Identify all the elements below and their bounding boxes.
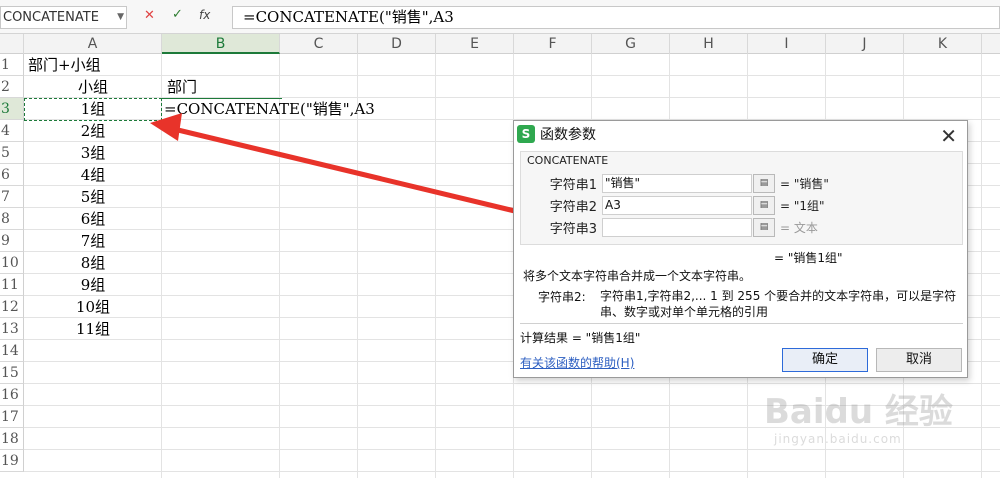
cell-a8[interactable]: 6组 [24, 208, 162, 230]
cell-a11[interactable]: 9组 [24, 274, 162, 296]
row-header-7[interactable]: 7 [0, 186, 24, 208]
cell-b2[interactable]: 部门 [167, 76, 197, 98]
row-header-3[interactable]: 3 [0, 98, 24, 120]
column-header-j[interactable]: J [826, 34, 904, 54]
arg1-result: = "销售" [780, 177, 829, 191]
row-header-14[interactable]: 14 [0, 340, 24, 362]
column-header-k[interactable]: K [904, 34, 982, 54]
close-icon[interactable]: ✕ [940, 122, 957, 150]
arguments-group: CONCATENATE 字符串1 "销售" ▤ = "销售" 字符串2 A3 ▤… [520, 151, 963, 245]
arg1-input[interactable]: "销售" [602, 174, 752, 193]
cell-a10[interactable]: 8组 [24, 252, 162, 274]
cell-a4[interactable]: 2组 [24, 120, 162, 142]
baidu-jingyan-watermark: Baidu 经验 jingyan.baidu.com [754, 384, 964, 454]
cell-a9[interactable]: 7组 [24, 230, 162, 252]
row-header-2[interactable]: 2 [0, 76, 24, 98]
row-header-5[interactable]: 5 [0, 142, 24, 164]
column-header-i[interactable]: I [748, 34, 826, 54]
select-all-corner[interactable] [0, 34, 24, 54]
dialog-title: 函数参数 [540, 127, 596, 143]
cell-a1[interactable]: 部门+小组 [28, 54, 101, 76]
formula-result: = "销售1组" [774, 251, 843, 265]
cell-a7[interactable]: 5组 [24, 186, 162, 208]
row-header-15[interactable]: 15 [0, 362, 24, 384]
column-header-b[interactable]: B [162, 34, 280, 54]
column-header-d[interactable]: D [358, 34, 436, 54]
arg3-input[interactable] [602, 218, 752, 237]
active-cell-b3 [162, 98, 282, 121]
row-header-11[interactable]: 11 [0, 274, 24, 296]
ok-button[interactable]: 确定 [782, 348, 868, 372]
name-box-value: CONCATENATE [3, 10, 99, 25]
column-header-c[interactable]: C [280, 34, 358, 54]
arg2-result: = "1组" [780, 199, 825, 213]
row-header-18[interactable]: 18 [0, 428, 24, 450]
column-header-a[interactable]: A [24, 34, 162, 54]
row-header-8[interactable]: 8 [0, 208, 24, 230]
row-header-19[interactable]: 19 [0, 450, 24, 472]
row-header-6[interactable]: 6 [0, 164, 24, 186]
watermark-sub: jingyan.baidu.com [774, 432, 902, 446]
column-header-e[interactable]: E [436, 34, 514, 54]
column-header-f[interactable]: F [514, 34, 592, 54]
row-header-13[interactable]: 13 [0, 318, 24, 340]
arg1-select-range-icon[interactable]: ▤ [753, 174, 775, 193]
arg2-label: 字符串2 [549, 200, 597, 215]
function-arguments-dialog: S 函数参数 ✕ CONCATENATE 字符串1 "销售" ▤ = "销售" … [513, 120, 968, 378]
dialog-titlebar[interactable]: S 函数参数 ✕ [514, 121, 967, 149]
row-header-17[interactable]: 17 [0, 406, 24, 428]
formula-bar: CONCATENATE ▼ ✕ ✓ fx =CONCATENATE("销售",A… [0, 0, 1000, 34]
arg3-result: = 文本 [780, 221, 818, 235]
formula-input[interactable]: =CONCATENATE("销售",A3 [232, 6, 1000, 29]
function-description: 将多个文本字符串合并成一个文本字符串。 [523, 269, 752, 283]
cell-a12[interactable]: 10组 [24, 296, 162, 318]
watermark-text: Baidu 经验 [764, 392, 953, 432]
column-header-g[interactable]: G [592, 34, 670, 54]
cell-a6[interactable]: 4组 [24, 164, 162, 186]
row-header-9[interactable]: 9 [0, 230, 24, 252]
arg-description-label: 字符串2: [538, 290, 586, 304]
arg2-select-range-icon[interactable]: ▤ [753, 196, 775, 215]
cell-a2[interactable]: 小组 [24, 76, 162, 98]
row-header-1[interactable]: 1 [0, 54, 24, 76]
divider [520, 323, 963, 324]
cancel-button[interactable]: 取消 [876, 348, 962, 372]
gridline-vertical [435, 54, 436, 478]
row-header-12[interactable]: 12 [0, 296, 24, 318]
app-logo-icon: S [517, 125, 535, 143]
cancel-icon[interactable]: ✕ [144, 8, 155, 23]
copy-marquee-a3 [24, 98, 162, 121]
column-header-h[interactable]: H [670, 34, 748, 54]
enter-icon[interactable]: ✓ [172, 7, 183, 22]
arg2-input[interactable]: A3 [602, 196, 752, 215]
row-header-4[interactable]: 4 [0, 120, 24, 142]
arg1-label: 字符串1 [549, 178, 597, 193]
arg-description-text: 字符串1,字符串2,... 1 到 255 个要合并的文本字符串，可以是字符串、… [600, 289, 957, 319]
gridline-horizontal [24, 471, 1000, 472]
cell-a5[interactable]: 3组 [24, 142, 162, 164]
cell-a13[interactable]: 11组 [24, 318, 162, 340]
function-name: CONCATENATE [527, 154, 609, 167]
arg3-label: 字符串3 [549, 222, 597, 237]
name-box[interactable]: CONCATENATE ▼ [0, 6, 127, 29]
arg3-select-range-icon[interactable]: ▤ [753, 218, 775, 237]
gridline-vertical [981, 54, 982, 478]
fx-icon[interactable]: fx [199, 8, 210, 22]
row-header-16[interactable]: 16 [0, 384, 24, 406]
chevron-down-icon[interactable]: ▼ [117, 7, 124, 28]
row-header-10[interactable]: 10 [0, 252, 24, 274]
calc-result: 计算结果 = "销售1组" [520, 331, 641, 345]
column-headers: ABCDEFGHIJK [0, 34, 1000, 54]
help-link[interactable]: 有关该函数的帮助(H) [520, 354, 634, 371]
